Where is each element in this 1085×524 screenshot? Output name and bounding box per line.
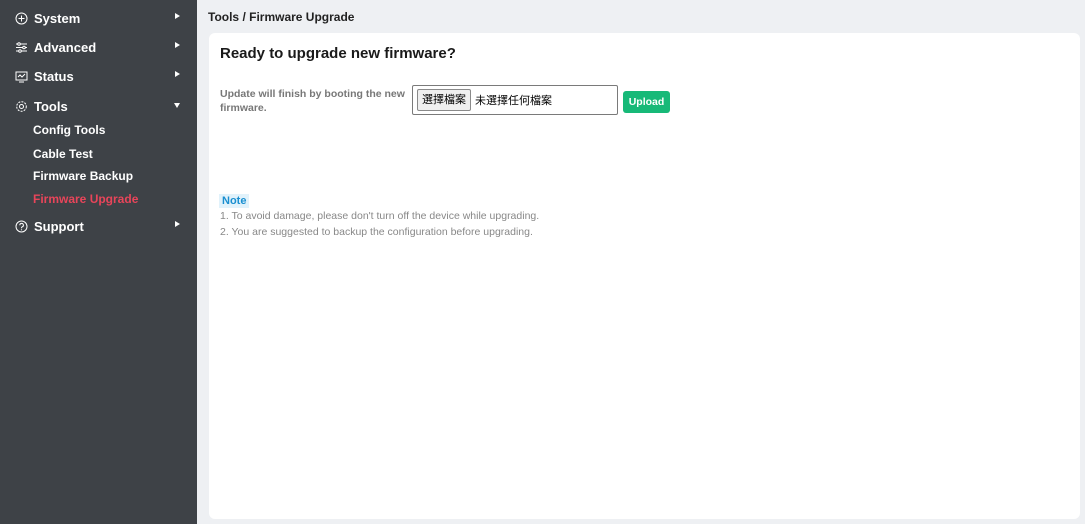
monitor-icon (13, 68, 29, 84)
firmware-upgrade-panel: Ready to upgrade new firmware? Update wi… (209, 33, 1080, 519)
upload-button[interactable]: Upload (623, 91, 670, 113)
sliders-icon (13, 39, 29, 55)
sidebar-item-label: Support (34, 218, 84, 234)
sidebar: System Advanced Status Tools Config Tool… (0, 0, 197, 524)
chevron-right-icon (175, 13, 180, 19)
sidebar-item-advanced[interactable]: Advanced (0, 35, 197, 59)
sidebar-subitem-config-tools[interactable]: Config Tools (33, 120, 105, 140)
sidebar-item-label: Status (34, 68, 74, 84)
file-status-text: 未選擇任何檔案 (475, 95, 552, 107)
sidebar-item-label: Tools (34, 98, 68, 114)
sidebar-subitem-firmware-upgrade[interactable]: Firmware Upgrade (33, 189, 138, 209)
breadcrumb: Tools / Firmware Upgrade (208, 10, 355, 24)
chevron-down-icon (174, 103, 180, 108)
sidebar-item-label: Advanced (34, 39, 97, 55)
file-input[interactable]: 選擇檔案 未選擇任何檔案 (412, 85, 618, 115)
note-tag: Note (219, 194, 250, 208)
sidebar-item-status[interactable]: Status (0, 64, 197, 88)
choose-file-button[interactable]: 選擇檔案 (417, 89, 471, 111)
note-line-1: 1. To avoid damage, please don't turn of… (220, 210, 540, 222)
sidebar-subitem-cable-test[interactable]: Cable Test (33, 144, 93, 164)
chevron-right-icon (175, 42, 180, 48)
gear-icon (13, 98, 29, 114)
firmware-field-label: Update will finish by booting the new fi… (220, 88, 405, 114)
sidebar-item-system[interactable]: System (0, 6, 197, 30)
sidebar-item-support[interactable]: Support (0, 214, 197, 238)
sidebar-subitem-firmware-backup[interactable]: Firmware Backup (33, 166, 133, 186)
chevron-right-icon (175, 221, 180, 227)
chevron-right-icon (175, 71, 180, 77)
shield-plus-icon (13, 10, 29, 26)
page-title: Ready to upgrade new firmware? (220, 45, 456, 62)
help-circle-icon (13, 218, 29, 234)
sidebar-item-tools[interactable]: Tools (0, 94, 197, 118)
sidebar-item-label: System (34, 10, 81, 26)
note-line-2: 2. You are suggested to backup the confi… (220, 226, 533, 238)
